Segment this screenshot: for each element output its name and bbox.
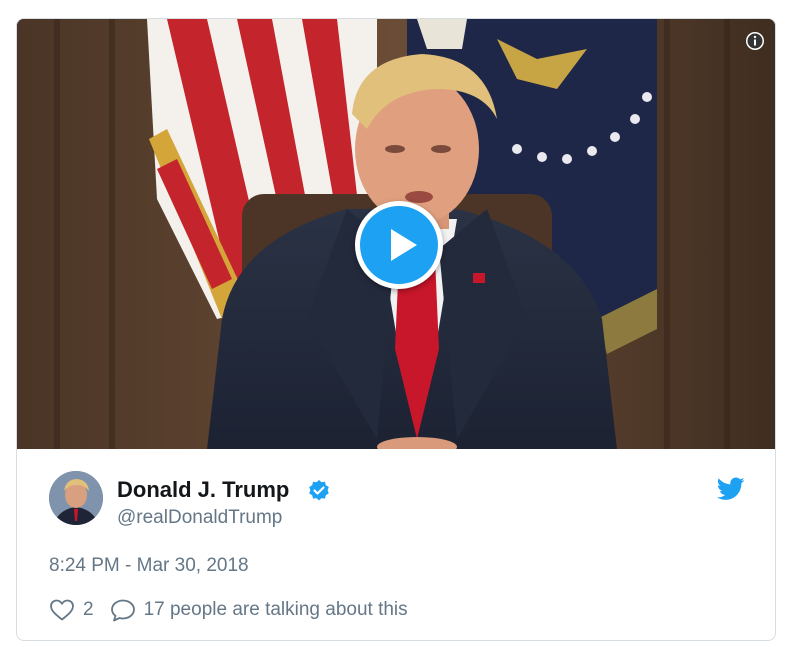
play-button[interactable]: [355, 201, 443, 289]
avatar[interactable]: [49, 471, 103, 525]
twitter-bird-icon[interactable]: [717, 477, 745, 501]
talking-about-link[interactable]: 17 people are talking about this: [144, 599, 408, 621]
avatar-image: [49, 471, 103, 525]
author-name[interactable]: Donald J. Trump: [117, 477, 289, 503]
play-icon: [391, 229, 417, 261]
verified-icon: [309, 480, 329, 501]
tweet-timestamp[interactable]: 8:24 PM - Mar 30, 2018: [49, 555, 249, 577]
video-player[interactable]: [17, 19, 775, 449]
heart-icon[interactable]: [49, 598, 75, 622]
reply-icon[interactable]: [110, 598, 136, 622]
info-icon[interactable]: [745, 31, 765, 51]
author-handle[interactable]: @realDonaldTrump: [117, 507, 282, 529]
tweet-actions: 2 17 people are talking about this: [49, 597, 408, 623]
like-count: 2: [83, 599, 94, 620]
tweet-card[interactable]: Donald J. Trump @realDonaldTrump 8:24 PM…: [16, 18, 776, 641]
tweet-meta: Donald J. Trump @realDonaldTrump 8:24 PM…: [17, 449, 775, 640]
